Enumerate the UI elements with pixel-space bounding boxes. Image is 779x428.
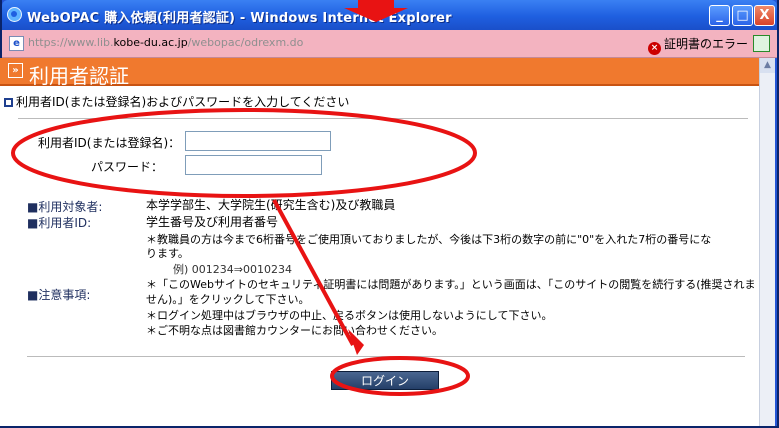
certificate-error-label: 証明書のエラー <box>664 37 749 51</box>
page-title: 利用者認証 <box>29 64 129 88</box>
login-form <box>18 118 748 194</box>
page-icon: e <box>9 36 24 51</box>
certificate-error-button[interactable]: × 証明書のエラー <box>648 35 749 55</box>
url-text[interactable]: https://www.lib.kobe-du.ac.jp/webopac/od… <box>28 36 303 49</box>
double-chevron-icon: » <box>8 63 23 78</box>
error-icon: × <box>648 42 661 55</box>
caution-line-2: ＊ログイン処理中はブラウザの中止、戻るボタンは使用しないようにして下さい。 <box>146 309 553 322</box>
user-id-input[interactable] <box>185 131 331 151</box>
user-id-note-text: 学生番号及び利用者番号 <box>146 215 279 229</box>
window-title: WebOPAC 購入依頼(利用者認証) - Windows Internet E… <box>27 11 452 26</box>
internet-explorer-icon <box>7 7 22 22</box>
password-label: パスワード： <box>91 160 164 174</box>
staff-note-line-2: ります。 <box>146 247 189 260</box>
instruction-text: 利用者ID(または登録名)およびパスワードを入力してください <box>4 93 349 110</box>
password-input[interactable] <box>185 155 322 175</box>
maximize-button[interactable]: □ <box>732 5 753 26</box>
square-icon <box>4 98 13 107</box>
staff-note-line-1: ＊教職員の方は今まで6桁番号をご使用頂いておりましたが、今後は下3桁の数字の前に… <box>146 233 712 246</box>
scroll-up-icon[interactable]: ▲ <box>760 58 775 73</box>
caution-line-3: ＊ご不明な点は図書館カウンターにお問い合わせください。 <box>146 324 443 337</box>
minimize-button[interactable]: _ <box>709 5 730 26</box>
user-id-label: 利用者ID(または登録名)： <box>38 136 181 150</box>
page-content: » 利用者認証 利用者ID(または登録名)およびパスワードを入力してください 利… <box>0 58 759 426</box>
vertical-scrollbar[interactable]: ▲ <box>759 58 775 426</box>
target-users-text: 本学学部生、大学院生(研究生含む)及び教職員 <box>146 198 396 212</box>
divider <box>27 356 745 357</box>
address-bar[interactable]: e https://www.lib.kobe-du.ac.jp/webopac/… <box>2 30 777 58</box>
caution-label: ■注意事項: <box>27 288 91 302</box>
user-id-note-label: ■利用者ID: <box>27 216 92 230</box>
login-button[interactable]: ログイン <box>331 371 439 390</box>
target-users-label: ■利用対象者: <box>27 200 103 214</box>
id-example: 例) 001234⇒0010234 <box>173 263 292 276</box>
title-bar: WebOPAC 購入依頼(利用者認証) - Windows Internet E… <box>2 0 777 30</box>
caution-line-1a: ＊「このWebサイトのセキュリティ証明書には問題があります。」という画面は、「こ… <box>146 278 756 291</box>
refresh-icon[interactable] <box>753 35 770 52</box>
caution-line-1b: せん)。」をクリックして下さい。 <box>146 293 310 306</box>
page-header: » 利用者認証 <box>0 58 759 88</box>
close-button[interactable]: X <box>754 5 775 26</box>
